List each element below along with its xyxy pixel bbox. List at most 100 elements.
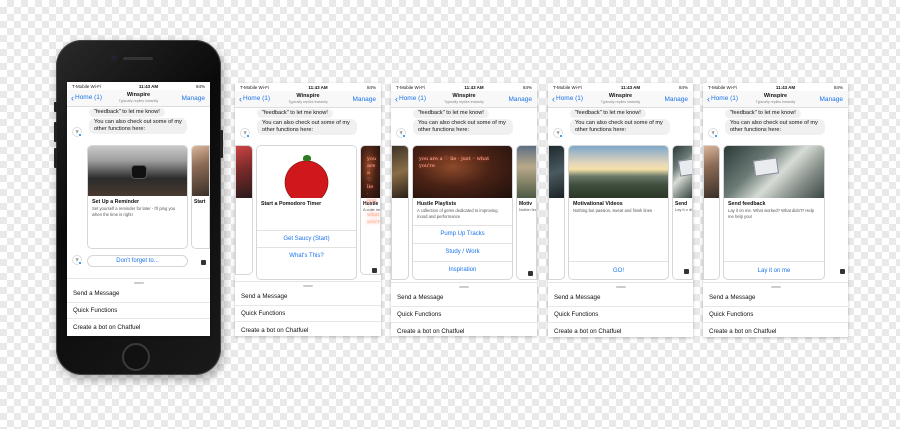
message-bubble: "feedback" to let me know! bbox=[89, 108, 165, 118]
time-label: 11:43 AM bbox=[138, 83, 159, 89]
battery-label: 84% bbox=[366, 84, 376, 90]
carousel-card[interactable]: Set Up a Reminder Set yourself a reminde… bbox=[87, 145, 188, 249]
time-label: 11:43 AM bbox=[308, 84, 328, 90]
menu-item-send-message[interactable]: Send a Message bbox=[67, 286, 210, 303]
carousel-scroll-icon[interactable] bbox=[201, 260, 206, 265]
manage-button[interactable]: Manage bbox=[182, 95, 206, 102]
manage-button[interactable]: Manage bbox=[509, 96, 533, 103]
menu-grip-handle[interactable] bbox=[459, 286, 469, 288]
carrier-label: T-Mobile Wi-Fi bbox=[396, 84, 425, 90]
nav-bar: ‹ Home (1) Winspire Typically replies ins… bbox=[235, 91, 381, 108]
menu-item-create-bot[interactable]: Create a bot on Chatfuel bbox=[391, 323, 537, 336]
menu-item-send-message[interactable]: Send a Message bbox=[391, 290, 537, 307]
card-title: Motivational Videos bbox=[573, 201, 623, 207]
battery-label: 84% bbox=[678, 84, 688, 90]
screen-playlists: T-Mobile Wi-Fi 11:43 AM 84% ‹ Home (1) Wi… bbox=[391, 83, 537, 336]
carousel-scroll-icon[interactable] bbox=[684, 269, 689, 274]
card-title: Motiv bbox=[519, 201, 533, 207]
card-image bbox=[88, 146, 187, 196]
carousel-card[interactable]: Hustle Playlists A collection of gems de… bbox=[412, 145, 513, 280]
inspiration-button[interactable]: Inspiration bbox=[413, 261, 512, 279]
menu-grip-handle[interactable] bbox=[615, 286, 626, 288]
persistent-menu: Send a Message Quick Functions Create a … bbox=[235, 281, 381, 336]
messenger-badge-icon bbox=[78, 261, 82, 265]
screen-feedback: T-Mobile Wi-Fi 11:43 AM 84% ‹ Home (1) Wi… bbox=[703, 83, 848, 337]
menu-item-quick-functions[interactable]: Quick Functions bbox=[548, 307, 693, 323]
message-bubble: You can also check out some of my other … bbox=[725, 119, 825, 136]
carousel-card-prev[interactable] bbox=[391, 145, 409, 280]
reply-card[interactable]: Don't forget to... bbox=[87, 255, 188, 267]
manage-button[interactable]: Manage bbox=[353, 96, 377, 103]
menu-item-send-message[interactable]: Send a Message bbox=[548, 290, 693, 307]
carousel-card-next[interactable]: Start bbox=[191, 145, 210, 249]
menu-item-create-bot[interactable]: Create a bot on Chatfuel bbox=[703, 323, 848, 337]
menu-grip-handle[interactable] bbox=[303, 285, 313, 287]
nav-bar: ‹ Home (1) Winspire Typically replies ins… bbox=[67, 90, 210, 107]
messenger-badge-icon bbox=[559, 134, 563, 138]
card-description: Lay it o didn't? bbox=[675, 207, 693, 212]
carousel-card[interactable]: Send feedback Lay it on me. What worked?… bbox=[723, 145, 825, 280]
card-description: Set yourself a reminder for later - I'll… bbox=[92, 206, 176, 217]
status-bar: T-Mobile Wi-Fi 11:43 AM 84% bbox=[703, 83, 848, 91]
carousel-scroll-icon[interactable] bbox=[840, 269, 845, 274]
card-title: Start a Pomodoro Timer bbox=[261, 201, 322, 207]
carousel-card[interactable]: Start a Pomodoro Timer Get Saucy (Start)… bbox=[256, 145, 357, 280]
lay-it-on-me-button[interactable]: Lay it on me bbox=[724, 261, 824, 279]
whats-this-button[interactable]: What's This? bbox=[257, 247, 356, 264]
carousel-card-next[interactable]: Hustle A colle improvi bbox=[360, 145, 381, 275]
persistent-menu: Send a Message Quick Functions Create a … bbox=[67, 278, 210, 336]
reply-button[interactable]: Don't forget to... bbox=[88, 256, 187, 266]
card-image bbox=[549, 146, 564, 198]
carousel-card-prev[interactable] bbox=[703, 145, 720, 280]
menu-item-create-bot[interactable]: Create a bot on Chatfuel bbox=[67, 319, 210, 336]
carrier-label: T-Mobile Wi-Fi bbox=[72, 83, 101, 89]
messenger-badge-icon bbox=[402, 134, 406, 138]
card-image bbox=[517, 146, 536, 198]
status-bar: T-Mobile Wi-Fi 11:43 AM 84% bbox=[235, 83, 381, 91]
carousel-scroll-icon[interactable] bbox=[528, 271, 533, 276]
status-bar: T-Mobile Wi-Fi 11:43 AM 84% bbox=[548, 83, 693, 91]
menu-item-quick-functions[interactable]: Quick Functions bbox=[67, 303, 210, 319]
menu-item-create-bot[interactable]: Create a bot on Chatfuel bbox=[235, 322, 381, 336]
menu-item-send-message[interactable]: Send a Message bbox=[703, 290, 848, 307]
message-bubble: You can also check out some of my other … bbox=[89, 118, 187, 135]
menu-grip-handle[interactable] bbox=[133, 282, 144, 284]
menu-item-create-bot[interactable]: Create a bot on Chatfuel bbox=[548, 323, 693, 337]
battery-label: 84% bbox=[522, 84, 532, 90]
carousel-card[interactable]: Motivational Videos Nothing but passion,… bbox=[568, 145, 669, 280]
power-button bbox=[220, 130, 223, 158]
carousel-card-prev[interactable] bbox=[548, 145, 565, 280]
home-button[interactable] bbox=[122, 343, 150, 371]
study-work-button[interactable]: Study / Work bbox=[413, 243, 512, 261]
card-title: Start bbox=[194, 199, 206, 205]
carousel-card-next[interactable]: Motiv Nothin lines bbox=[516, 145, 537, 280]
message-bubble: "feedback" to let me know! bbox=[725, 109, 801, 119]
carrier-label: T-Mobile Wi-Fi bbox=[553, 84, 582, 90]
card-image bbox=[413, 146, 512, 198]
start-timer-button[interactable]: Get Saucy (Start) bbox=[257, 230, 356, 247]
carousel-card-prev[interactable] bbox=[235, 145, 253, 275]
pump-up-tracks-button[interactable]: Pump Up Tracks bbox=[413, 225, 512, 243]
menu-grip-handle[interactable] bbox=[770, 286, 781, 288]
bot-avatar: ♆ bbox=[553, 128, 563, 138]
go-button[interactable]: GO! bbox=[569, 261, 668, 279]
carousel-scroll-icon[interactable] bbox=[372, 268, 377, 273]
menu-item-quick-functions[interactable]: Quick Functions bbox=[235, 306, 381, 322]
menu-item-quick-functions[interactable]: Quick Functions bbox=[391, 307, 537, 323]
menu-item-quick-functions[interactable]: Quick Functions bbox=[703, 307, 848, 323]
bot-avatar: ♆ bbox=[708, 128, 718, 138]
time-label: 11:43 AM bbox=[464, 84, 484, 90]
bot-avatar: ♆ bbox=[396, 128, 406, 138]
bot-avatar: ♆ bbox=[72, 255, 82, 265]
card-description: Nothin lines bbox=[519, 207, 536, 212]
battery-label: 84% bbox=[833, 84, 843, 90]
manage-button[interactable]: Manage bbox=[665, 96, 689, 103]
carousel-card-next[interactable]: Send Lay it o didn't? bbox=[672, 145, 693, 280]
card-image bbox=[673, 146, 692, 198]
manage-button[interactable]: Manage bbox=[820, 96, 844, 103]
bot-avatar: ♆ bbox=[72, 127, 82, 137]
status-bar: T-Mobile Wi-Fi 11:43 AM 84% bbox=[391, 83, 537, 91]
messenger-badge-icon bbox=[246, 134, 250, 138]
nav-bar: ‹ Home (1) Winspire Typically replies ins… bbox=[391, 91, 537, 108]
menu-item-send-message[interactable]: Send a Message bbox=[235, 289, 381, 306]
